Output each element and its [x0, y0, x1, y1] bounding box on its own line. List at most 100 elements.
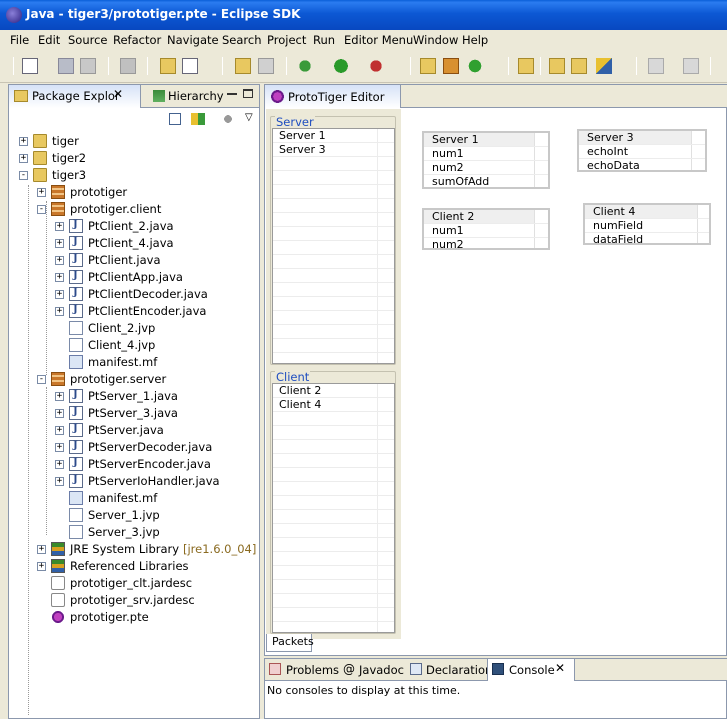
- menu-file[interactable]: File: [10, 33, 29, 47]
- print-icon[interactable]: [80, 58, 96, 74]
- list-item[interactable]: Server 1: [273, 129, 394, 143]
- expand-icon[interactable]: +: [55, 256, 64, 265]
- new-package-icon[interactable]: [420, 58, 436, 74]
- tab-declaration[interactable]: Declaration: [407, 659, 492, 681]
- prev-annotation-icon[interactable]: [683, 58, 699, 74]
- collapse-icon[interactable]: -: [37, 375, 46, 384]
- tab-hierarchy[interactable]: Hierarchy: [149, 85, 229, 108]
- javadoc-at-icon: @: [343, 662, 355, 676]
- expand-icon[interactable]: +: [55, 307, 64, 316]
- build-icon[interactable]: [120, 58, 136, 74]
- tab-packets[interactable]: Packets: [266, 634, 314, 652]
- menu-editor-menu[interactable]: Editor Menu: [344, 33, 413, 47]
- highlight-icon[interactable]: [596, 58, 612, 74]
- new-interface-icon[interactable]: [443, 58, 459, 74]
- new-class-icon[interactable]: [182, 58, 198, 74]
- list-item[interactable]: Client 4: [273, 398, 394, 412]
- menu-window[interactable]: Window: [413, 33, 458, 47]
- expand-icon[interactable]: +: [55, 273, 64, 282]
- tab-javadoc[interactable]: @ Javadoc: [339, 659, 405, 681]
- tree-item[interactable]: prototiger.pte: [9, 609, 257, 626]
- library-icon: [51, 542, 65, 556]
- node-server-1[interactable]: Server 1 num1 num2 sumOfAdd: [422, 131, 550, 189]
- expand-icon[interactable]: +: [55, 239, 64, 248]
- view-menu-chevron-down-icon[interactable]: ▽: [245, 112, 253, 123]
- expand-icon[interactable]: +: [55, 477, 64, 486]
- tree-item[interactable]: + Referenced Libraries: [9, 558, 257, 575]
- problems-icon: [269, 663, 281, 675]
- tree-item-suffix: [jre1.6.0_04]: [183, 542, 257, 556]
- list-item[interactable]: Client 2: [273, 384, 394, 398]
- close-icon[interactable]: ✕: [555, 661, 565, 675]
- open-resource-icon[interactable]: [571, 58, 587, 74]
- next-annotation-icon[interactable]: [648, 58, 664, 74]
- tab-prototiger-editor[interactable]: ProtoTiger Editor: [265, 85, 401, 108]
- expand-icon[interactable]: +: [55, 426, 64, 435]
- client-list[interactable]: Client 2 Client 4: [272, 383, 395, 633]
- menu-source[interactable]: Source: [68, 33, 108, 47]
- menu-project[interactable]: Project: [267, 33, 306, 47]
- menu-refactor[interactable]: Refactor: [113, 33, 161, 47]
- expand-icon[interactable]: +: [55, 443, 64, 452]
- expand-icon[interactable]: +: [37, 562, 46, 571]
- tree-item[interactable]: - tiger3: [9, 167, 257, 184]
- tree-item-label: Server_1.jvp: [88, 508, 160, 522]
- search-folder-icon[interactable]: [549, 58, 565, 74]
- new-enum-icon[interactable]: [467, 58, 483, 74]
- close-icon[interactable]: ✕: [113, 87, 123, 101]
- external-tools-icon[interactable]: [368, 58, 384, 74]
- list-item[interactable]: Server 3: [273, 143, 394, 157]
- expand-icon[interactable]: +: [37, 188, 46, 197]
- hierarchy-icon: [153, 90, 165, 102]
- run-icon[interactable]: [333, 58, 349, 74]
- tree-item[interactable]: + tiger: [9, 133, 257, 150]
- server-list[interactable]: Server 1 Server 3: [272, 128, 395, 364]
- collapse-icon[interactable]: -: [37, 205, 46, 214]
- client-item-label: Client 4: [279, 398, 322, 411]
- minimize-icon[interactable]: [227, 93, 237, 95]
- link-with-editor-icon[interactable]: [191, 113, 205, 125]
- tree-item[interactable]: + prototiger: [9, 184, 257, 201]
- menu-run[interactable]: Run: [313, 33, 335, 47]
- collapse-icon[interactable]: -: [19, 171, 28, 180]
- node-server-3[interactable]: Server 3 echoInt echoData: [577, 129, 707, 172]
- tab-problems[interactable]: Problems: [265, 659, 339, 681]
- open-task-icon[interactable]: [258, 58, 274, 74]
- menu-edit[interactable]: Edit: [38, 33, 60, 47]
- tree-guide-line: [46, 387, 47, 535]
- tab-console[interactable]: Console ✕: [487, 659, 575, 681]
- debug-icon[interactable]: [297, 58, 313, 74]
- title-bar[interactable]: Java - tiger3/prototiger.pte - Eclipse S…: [0, 0, 727, 30]
- list-item: [273, 454, 394, 468]
- tree-item[interactable]: prototiger_srv.jardesc: [9, 592, 257, 609]
- expand-icon[interactable]: +: [55, 290, 64, 299]
- expand-icon[interactable]: +: [19, 154, 28, 163]
- node-client-4[interactable]: Client 4 numField dataField: [583, 203, 711, 246]
- tree-item[interactable]: prototiger_clt.jardesc: [9, 575, 257, 592]
- save-icon[interactable]: [58, 58, 74, 74]
- expand-icon[interactable]: +: [55, 409, 64, 418]
- node-client-2[interactable]: Client 2 num1 num2: [422, 208, 550, 251]
- list-item: [273, 213, 394, 227]
- java-file-icon: [69, 423, 83, 437]
- collapse-all-icon[interactable]: [169, 113, 181, 125]
- tab-package-explorer[interactable]: Package Explor ✕: [9, 85, 141, 108]
- menu-bar: File Edit Source Refactor Navigate Searc…: [0, 30, 727, 50]
- open-folder-icon[interactable]: [518, 58, 534, 74]
- tree-item[interactable]: + tiger2: [9, 150, 257, 167]
- tree-item[interactable]: + JRE System Library [jre1.6.0_04]: [9, 541, 257, 558]
- menu-help[interactable]: Help: [462, 33, 488, 47]
- new-java-project-icon[interactable]: [160, 58, 176, 74]
- maximize-icon[interactable]: [243, 89, 253, 98]
- view-menu-filter-icon[interactable]: [222, 113, 234, 125]
- expand-icon[interactable]: +: [19, 137, 28, 146]
- expand-icon[interactable]: +: [55, 392, 64, 401]
- expand-icon[interactable]: +: [55, 460, 64, 469]
- expand-icon[interactable]: +: [55, 222, 64, 231]
- diagram-canvas[interactable]: Server 1 num1 num2 sumOfAdd Server 3 ech…: [402, 109, 726, 639]
- menu-navigate[interactable]: Navigate: [167, 33, 219, 47]
- menu-search[interactable]: Search: [222, 33, 262, 47]
- open-type-icon[interactable]: [235, 58, 251, 74]
- new-icon[interactable]: [22, 58, 38, 74]
- expand-icon[interactable]: +: [37, 545, 46, 554]
